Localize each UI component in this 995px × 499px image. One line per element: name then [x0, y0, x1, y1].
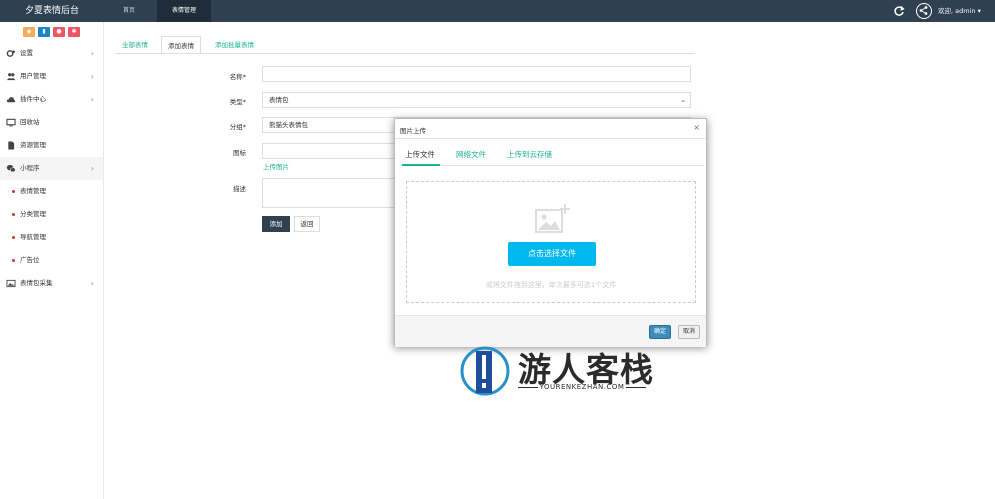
- chevron-right-icon: ›: [90, 72, 94, 81]
- chevron-right-icon: ›: [90, 49, 94, 58]
- tab-all-stickers[interactable]: 全部表情: [122, 36, 148, 54]
- category-label: 分组*: [229, 123, 246, 131]
- type-label: 类型*: [229, 98, 246, 106]
- tab-add-sticker[interactable]: 添加表情: [161, 36, 201, 54]
- shortcut-chart-icon[interactable]: ◆: [23, 27, 35, 37]
- bullet-icon: [12, 259, 15, 262]
- shortcut-user-icon[interactable]: ●: [53, 27, 65, 37]
- sidebar-subitem-label: 广告位: [20, 256, 40, 264]
- pick-file-button[interactable]: 点击选择文件: [508, 242, 596, 266]
- bullet-icon: [12, 236, 15, 239]
- description-label: 描述: [233, 185, 246, 193]
- sidebar-subitem-label: 表情管理: [20, 187, 46, 195]
- refresh-icon[interactable]: [893, 5, 905, 17]
- name-input[interactable]: [262, 66, 691, 82]
- sidebar-subitem-navigation[interactable]: 导航管理: [0, 226, 103, 249]
- image-upload-dialog: 图片上传 × 上传文件 网络文件 上传到云存储 点击选择文件 或将文件拖到这里，…: [394, 118, 707, 347]
- chevron-right-icon: ›: [90, 279, 94, 288]
- dialog-divider: [395, 138, 706, 139]
- shortcut-gear-icon[interactable]: ✱: [68, 27, 80, 37]
- user-menu[interactable]: 欢迎, admin ▾: [938, 0, 981, 22]
- sidebar-shortcuts: ◆ ▮ ● ✱: [0, 22, 103, 42]
- brand-title[interactable]: 夕夏表情后台: [0, 0, 104, 22]
- sidebar-item-label: 回收站: [20, 118, 40, 126]
- drop-hint-text: 或将文件拖到这里，单次最多可选1个文件: [485, 281, 617, 289]
- wechat-icon: [6, 164, 16, 173]
- shortcut-file-icon[interactable]: ▮: [38, 27, 50, 37]
- image-add-icon: [535, 204, 570, 233]
- close-icon[interactable]: ×: [693, 123, 700, 132]
- dialog-title: 图片上传: [400, 127, 426, 135]
- sidebar-item-label: 插件中心: [20, 95, 46, 103]
- gear-icon: [6, 50, 15, 57]
- sidebar-item-sticker-collect[interactable]: 表情包采集 ›: [0, 272, 103, 295]
- monitor-icon: [6, 118, 16, 127]
- sidebar-item-label: 用户管理: [20, 72, 46, 80]
- sidebar-item-plugins[interactable]: 插件中心 ›: [0, 88, 103, 111]
- nav-home[interactable]: 首页: [110, 0, 148, 22]
- dialog-tab-upload-file[interactable]: 上传文件: [405, 149, 435, 160]
- sidebar-item-label: 表情包采集: [20, 279, 53, 287]
- sidebar-subitem-categories[interactable]: 分类管理: [0, 203, 103, 226]
- dialog-tab-cloud-storage[interactable]: 上传到云存储: [507, 149, 552, 160]
- category-select-value: 熊猫头表情包: [269, 121, 308, 129]
- watermark-logo: [460, 346, 510, 396]
- tab-divider: [115, 53, 695, 54]
- type-select-value: 表情包: [269, 96, 289, 104]
- sidebar-item-resources[interactable]: 资源管理: [0, 134, 103, 157]
- sidebar-item-recycle-bin[interactable]: 回收站: [0, 111, 103, 134]
- sidebar: ◆ ▮ ● ✱ 设置 › 用户管理 › 插件中心 › 回收站 资源管理 小程序 …: [0, 22, 104, 499]
- watermark-line-right: [626, 387, 646, 388]
- name-label: 名称*: [229, 73, 246, 81]
- icon-label: 图标: [233, 149, 246, 157]
- file-dropzone[interactable]: 点击选择文件 或将文件拖到这里，单次最多可选1个文件: [406, 181, 696, 303]
- upload-image-link[interactable]: 上传图片: [263, 161, 289, 171]
- add-button[interactable]: 添加: [262, 216, 290, 232]
- cloud-icon: [6, 97, 16, 103]
- cancel-button[interactable]: 取消: [678, 325, 700, 339]
- dialog-tab-network-file[interactable]: 网络文件: [456, 149, 486, 160]
- dialog-tab-divider: [399, 165, 704, 166]
- back-button[interactable]: 返回: [294, 216, 320, 232]
- sidebar-item-mini-program[interactable]: 小程序 ›: [0, 157, 103, 180]
- active-tab-indicator: [402, 164, 440, 166]
- sidebar-item-label: 小程序: [20, 164, 40, 172]
- tab-batch-add[interactable]: 添加批量表情: [215, 36, 254, 54]
- chevron-down-icon: ⌄: [680, 96, 686, 104]
- sidebar-subitem-label: 分类管理: [20, 210, 46, 218]
- sidebar-item-users[interactable]: 用户管理 ›: [0, 65, 103, 88]
- type-select[interactable]: 表情包 ⌄: [262, 92, 691, 108]
- bullet-icon: [12, 213, 15, 216]
- sidebar-subitem-stickers[interactable]: 表情管理: [0, 180, 103, 203]
- users-icon: [6, 73, 16, 81]
- sidebar-item-label: 设置: [20, 49, 33, 57]
- chevron-right-icon: ›: [90, 95, 94, 104]
- image-icon: [6, 279, 16, 288]
- top-navbar: 夕夏表情后台 首页 表情管理 欢迎, admin ▾: [0, 0, 995, 22]
- bullet-icon: [12, 190, 15, 193]
- file-icon: [8, 141, 15, 150]
- confirm-button[interactable]: 确定: [649, 325, 671, 339]
- sidebar-subitem-ads[interactable]: 广告位: [0, 249, 103, 272]
- chevron-right-icon: ›: [90, 164, 94, 173]
- user-avatar-icon[interactable]: [916, 3, 932, 19]
- nav-sticker-management[interactable]: 表情管理: [157, 0, 211, 22]
- sidebar-item-settings[interactable]: 设置 ›: [0, 42, 103, 65]
- sidebar-item-label: 资源管理: [20, 141, 46, 149]
- sidebar-subitem-label: 导航管理: [20, 233, 46, 241]
